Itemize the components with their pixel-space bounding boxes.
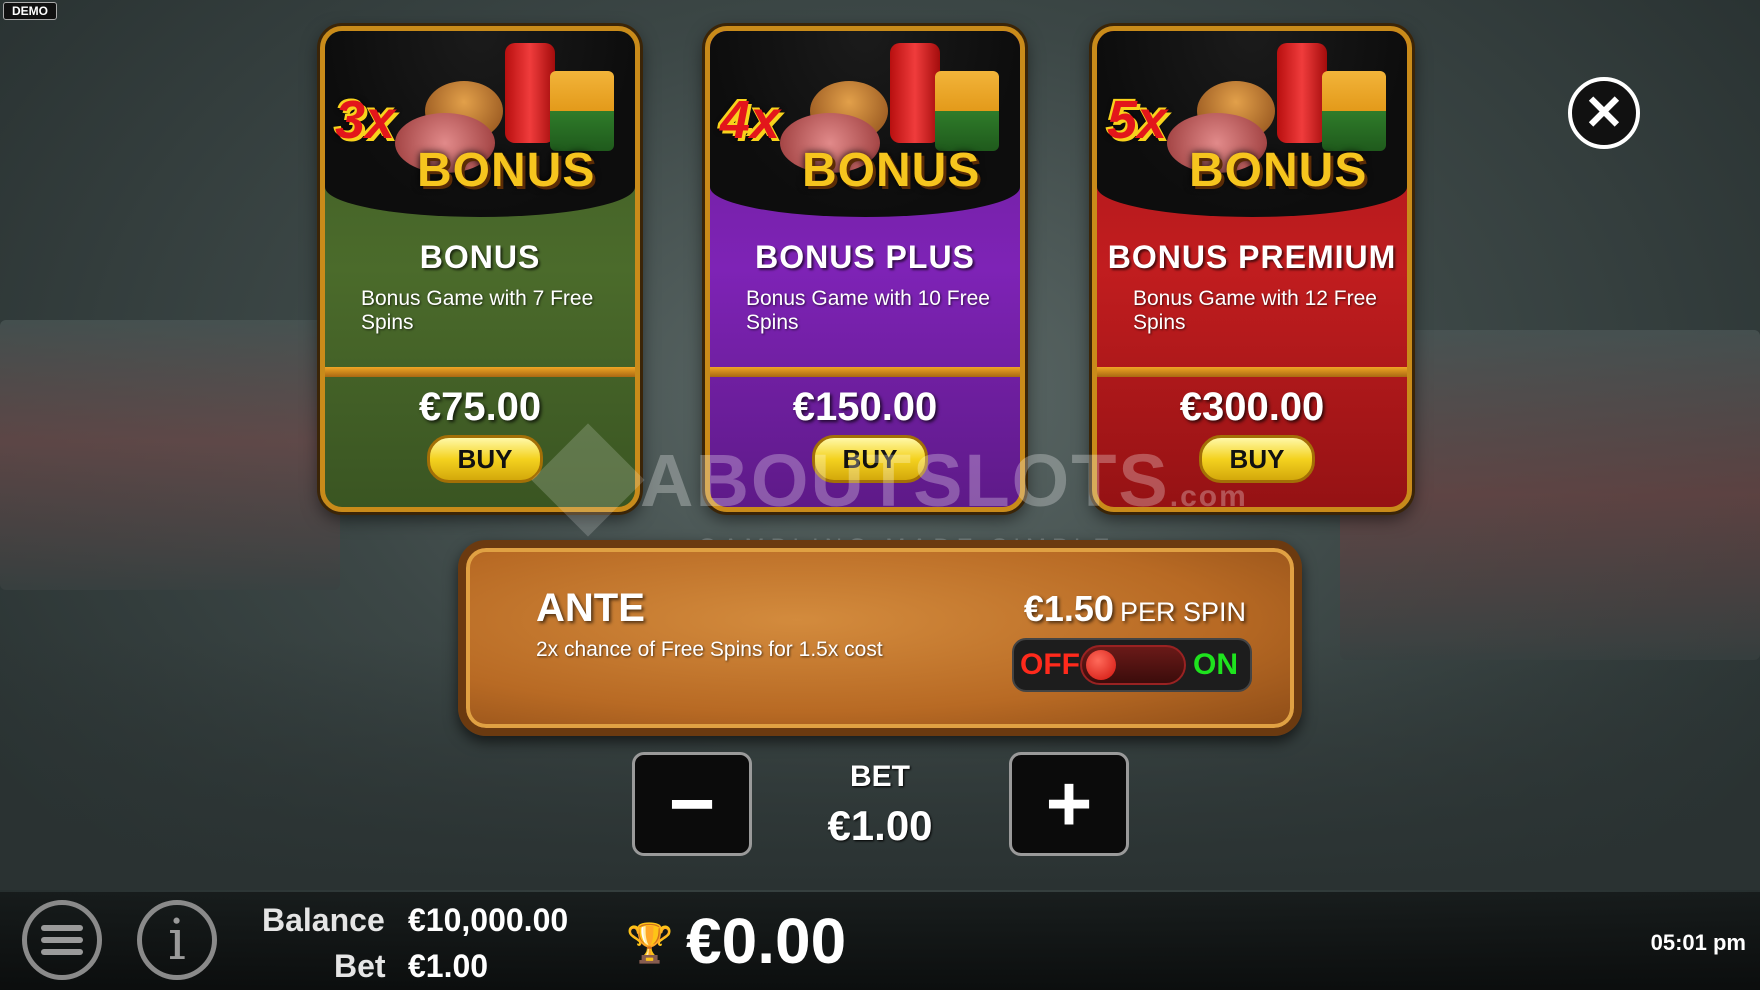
- demo-badge: DEMO: [3, 2, 57, 20]
- plus-icon: +: [1045, 759, 1093, 848]
- ante-price-value: €1.50: [1023, 588, 1114, 629]
- drink-cup-icon: [890, 43, 940, 143]
- info-button[interactable]: i: [137, 900, 217, 980]
- card-artwork: 3x BONUS: [325, 31, 635, 217]
- balance-label: Balance: [262, 902, 385, 938]
- bet-increase-button[interactable]: +: [1009, 752, 1129, 856]
- multiplier-label: 5x: [1107, 90, 1168, 150]
- close-icon: ✕: [1583, 87, 1625, 140]
- fries-icon: [935, 71, 999, 151]
- fries-icon: [1322, 71, 1386, 151]
- ante-panel: ANTE 2x chance of Free Spins for 1.5x co…: [458, 540, 1302, 736]
- card-title: BONUS: [419, 239, 541, 275]
- fries-icon: [550, 71, 614, 151]
- minus-icon: −: [668, 759, 716, 848]
- drink-cup-icon: [1277, 43, 1327, 143]
- card-divider: [710, 367, 1020, 377]
- bet-decrease-button[interactable]: −: [632, 752, 752, 856]
- toggle-on-label: ON: [1193, 648, 1238, 681]
- card-divider: [1097, 367, 1407, 377]
- card-artwork: 4x BONUS: [710, 31, 1020, 217]
- multiplier-label: 3x: [335, 90, 396, 150]
- watermark-brand: ABOUTSLOTS: [640, 439, 1170, 522]
- toggle-track: [1080, 645, 1186, 685]
- card-price: €150.00: [792, 385, 938, 429]
- card-divider: [325, 367, 635, 377]
- clock: 05:01 pm: [1650, 930, 1746, 955]
- card-description: Bonus Game with 7 Free Spins: [361, 287, 594, 334]
- ante-description: 2x chance of Free Spins for 1.5x cost: [536, 638, 883, 661]
- trophy-icon: 🏆: [626, 923, 674, 965]
- win-value: €0.00: [686, 905, 847, 977]
- art-bonus-label: BONUS: [802, 144, 981, 197]
- bet-value: €1.00: [827, 802, 933, 849]
- card-description: Bonus Game with 10 Free Spins: [746, 287, 990, 334]
- footer-bet-label: Bet: [334, 948, 386, 984]
- footer-bet-value: €1.00: [408, 948, 489, 984]
- card-artwork: 5x BONUS: [1097, 31, 1407, 217]
- card-title: BONUS PREMIUM: [1107, 239, 1397, 275]
- menu-button[interactable]: [22, 900, 102, 980]
- card-description: Bonus Game with 12 Free Spins: [1133, 287, 1377, 334]
- toggle-knob[interactable]: [1086, 650, 1116, 680]
- background-shelf-left: [0, 320, 340, 590]
- close-button[interactable]: ✕: [1568, 77, 1640, 149]
- balance-value: €10,000.00: [408, 902, 569, 938]
- drink-cup-icon: [505, 43, 555, 143]
- multiplier-label: 4x: [720, 90, 781, 150]
- card-title: BONUS PLUS: [755, 239, 975, 275]
- toggle-off-label: OFF: [1020, 648, 1080, 681]
- info-icon: i: [168, 907, 186, 973]
- art-bonus-label: BONUS: [1189, 144, 1368, 197]
- ante-title: ANTE: [536, 586, 645, 630]
- buy-bonus-button[interactable]: BUY: [427, 435, 543, 483]
- watermark: ABOUTSLOTS.com: [640, 438, 1248, 523]
- ante-price: €1.50 PER SPIN: [1024, 588, 1246, 630]
- card-price: €300.00: [1179, 385, 1325, 429]
- ante-toggle[interactable]: OFF ON: [1012, 638, 1252, 692]
- hamburger-menu-icon: [41, 919, 83, 961]
- art-bonus-label: BONUS: [417, 144, 596, 197]
- bet-label: BET: [850, 760, 910, 793]
- watermark-suffix: .com: [1169, 480, 1248, 513]
- ante-per-spin-label: PER SPIN: [1119, 597, 1246, 627]
